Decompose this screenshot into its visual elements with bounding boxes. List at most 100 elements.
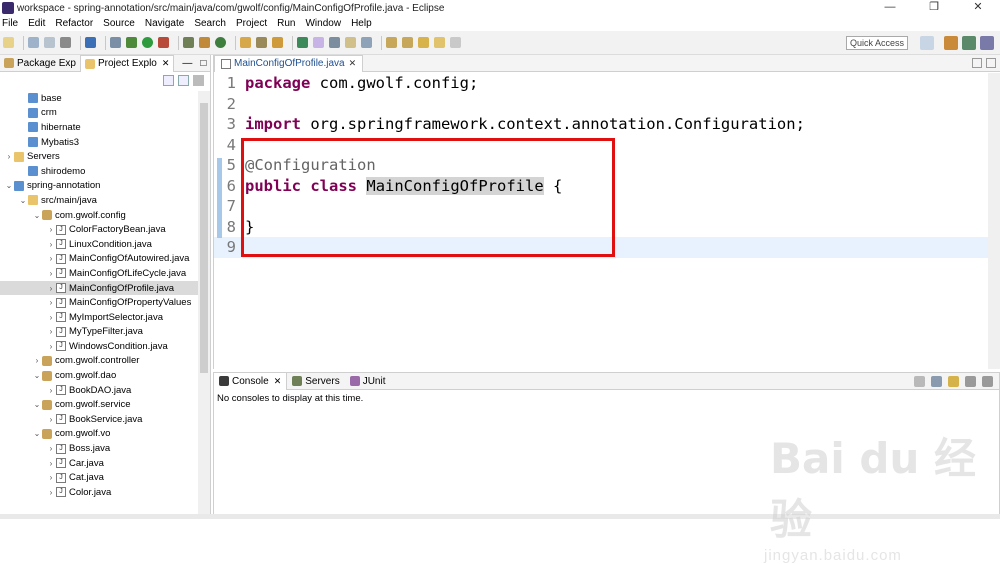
tree-item[interactable]: ⌄ com.gwolf.dao [0, 368, 198, 383]
server-icon[interactable] [183, 37, 194, 48]
chevron-down-icon[interactable]: ⌄ [32, 429, 42, 438]
tree-item[interactable]: › J Car.java [0, 456, 198, 471]
tree-item[interactable]: › J BookService.java [0, 412, 198, 427]
tree-item[interactable]: › J MyImportSelector.java [0, 310, 198, 325]
close-button[interactable]: ✕ [956, 0, 1000, 16]
tree-item[interactable]: › J MyTypeFilter.java [0, 325, 198, 340]
skip-breakpoints-icon[interactable] [110, 37, 121, 48]
chevron-right-icon[interactable]: › [46, 386, 56, 395]
show-whitespace-icon[interactable] [329, 37, 340, 48]
chevron-down-icon[interactable]: ⌄ [32, 211, 42, 220]
chevron-right-icon[interactable]: › [46, 240, 56, 249]
tree-item[interactable]: › Servers [0, 149, 198, 164]
tree-item[interactable]: base [0, 91, 198, 106]
tab-project-explorer[interactable]: Project Explo ✕ [79, 54, 175, 72]
open-task-icon[interactable] [256, 37, 267, 48]
tree-item[interactable]: Mybatis3 [0, 135, 198, 150]
minimize-editor-icon[interactable] [972, 58, 982, 68]
menu-file[interactable]: File [2, 18, 18, 29]
tree-item[interactable]: ⌄ src/main/java [0, 193, 198, 208]
previous-annotation-icon[interactable] [402, 37, 413, 48]
link-with-editor-icon[interactable] [178, 74, 189, 86]
external-tools-icon[interactable] [158, 37, 169, 48]
java-perspective-icon[interactable] [962, 36, 976, 50]
chevron-right-icon[interactable]: › [46, 473, 56, 482]
chevron-right-icon[interactable]: › [46, 342, 56, 351]
close-tab-icon[interactable]: ✕ [349, 58, 357, 69]
menu-navigate[interactable]: Navigate [145, 18, 184, 29]
code-line[interactable]: 1 package com.gwolf.config; [214, 73, 989, 94]
tree-item[interactable]: › J MainConfigOfPropertyValues [0, 295, 198, 310]
chevron-down-icon[interactable]: ⌄ [32, 371, 42, 380]
tree-item[interactable]: › J Color.java [0, 485, 198, 500]
tree-item[interactable]: ⌄ spring-annotation [0, 179, 198, 194]
search-icon[interactable] [272, 37, 283, 48]
quick-access-input[interactable]: Quick Access [846, 36, 908, 50]
tree-item[interactable]: hibernate [0, 120, 198, 135]
tree-item[interactable]: crm [0, 106, 198, 121]
next-annotation-icon[interactable] [386, 37, 397, 48]
open-perspective-icon[interactable] [920, 36, 934, 50]
tab-junit[interactable]: JUnit [345, 373, 391, 390]
menu-refactor[interactable]: Refactor [55, 18, 93, 29]
forward-icon[interactable] [450, 37, 461, 48]
chevron-right-icon[interactable]: › [46, 327, 56, 336]
collapse-all-icon[interactable] [163, 74, 174, 86]
chevron-right-icon[interactable]: › [46, 488, 56, 497]
menu-window[interactable]: Window [305, 18, 341, 29]
chevron-right-icon[interactable]: › [46, 269, 56, 278]
back-icon[interactable] [434, 37, 445, 48]
chevron-down-icon[interactable]: ⌄ [32, 400, 42, 409]
menu-edit[interactable]: Edit [28, 18, 45, 29]
tab-package-explorer[interactable]: Package Exp [0, 55, 80, 72]
run-icon[interactable] [142, 37, 153, 48]
tree-item[interactable]: ⌄ com.gwolf.vo [0, 427, 198, 442]
menu-help[interactable]: Help [351, 18, 372, 29]
editor-tab-main-config-of-profile[interactable]: MainConfigOfProfile.java ✕ [214, 54, 364, 72]
tree-item[interactable]: › J LinuxCondition.java [0, 237, 198, 252]
paragraph-icon[interactable] [361, 37, 372, 48]
save-icon[interactable] [28, 37, 39, 48]
chevron-right-icon[interactable]: › [46, 298, 56, 307]
code-line[interactable]: 2 [214, 94, 989, 115]
chevron-right-icon[interactable]: › [32, 356, 42, 365]
chevron-right-icon[interactable]: › [46, 444, 56, 453]
menu-project[interactable]: Project [236, 18, 267, 29]
chevron-right-icon[interactable]: › [46, 284, 56, 293]
tree-item[interactable]: › J WindowsCondition.java [0, 339, 198, 354]
close-tab-icon[interactable]: ✕ [274, 376, 282, 387]
tree-item[interactable]: › J ColorFactoryBean.java [0, 222, 198, 237]
save-all-icon[interactable] [44, 37, 55, 48]
editor-scrollbar[interactable] [988, 73, 1000, 369]
chevron-right-icon[interactable]: › [46, 254, 56, 263]
minimize-panel-icon[interactable]: — [182, 58, 192, 69]
print-icon[interactable] [60, 37, 71, 48]
chevron-down-icon[interactable]: ⌄ [18, 196, 28, 205]
chevron-right-icon[interactable]: › [46, 313, 56, 322]
editor-horizontal-scrollbar[interactable] [228, 353, 986, 364]
java-ee-perspective-icon[interactable] [944, 36, 958, 50]
code-line[interactable]: 3 import org.springframework.context.anno… [214, 114, 989, 135]
tree-item[interactable]: › J Cat.java [0, 470, 198, 485]
chevron-right-icon[interactable]: › [46, 415, 56, 424]
terminal-icon[interactable] [85, 37, 96, 48]
tree-item[interactable]: › J MainConfigOfLifeCycle.java [0, 266, 198, 281]
debug-perspective-icon[interactable] [980, 36, 994, 50]
pin-console-icon[interactable] [914, 376, 925, 387]
maximize-panel-icon[interactable] [982, 376, 993, 387]
toggle-breadcrumb-icon[interactable] [313, 37, 324, 48]
chevron-down-icon[interactable]: ⌄ [4, 181, 14, 190]
tree-item[interactable]: › J BookDAO.java [0, 383, 198, 398]
menu-run[interactable]: Run [277, 18, 295, 29]
tree-item[interactable]: shirodemo [0, 164, 198, 179]
chevron-right-icon[interactable]: › [46, 459, 56, 468]
display-console-icon[interactable] [931, 376, 942, 387]
view-menu-icon[interactable] [193, 74, 204, 86]
block-selection-icon[interactable] [345, 37, 356, 48]
new-java-project-icon[interactable] [199, 37, 210, 48]
close-tab-icon[interactable]: ✕ [162, 58, 170, 69]
minimize-panel-icon[interactable] [965, 376, 976, 387]
chevron-right-icon[interactable]: › [4, 152, 14, 161]
menu-source[interactable]: Source [103, 18, 135, 29]
tree-item[interactable]: › J MainConfigOfAutowired.java [0, 252, 198, 267]
